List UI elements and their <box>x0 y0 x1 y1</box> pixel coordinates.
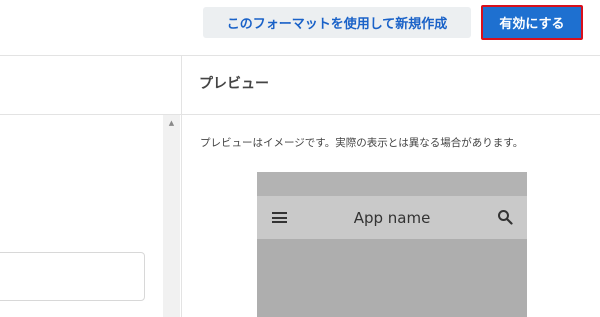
editor-pane: ▲ <box>0 56 182 317</box>
top-toolbar: このフォーマットを使用して新規作成 有効にする <box>0 0 600 56</box>
phone-mockup: App name <box>257 172 527 317</box>
preview-title: プレビュー <box>199 76 269 92</box>
search-icon <box>498 210 513 225</box>
scroll-up-icon[interactable]: ▲ <box>163 115 180 131</box>
app-bar: App name <box>257 196 527 239</box>
app-name-title: App name <box>353 209 431 227</box>
enable-button[interactable]: 有効にする <box>481 5 583 40</box>
editor-scrollbar[interactable]: ▲ <box>163 115 180 317</box>
preview-header-divider <box>182 114 600 115</box>
preview-pane: プレビュー プレビューはイメージです。実際の表示とは異なる場合があります。 Ap… <box>182 56 600 317</box>
preview-description: プレビューはイメージです。実際の表示とは異なる場合があります。 <box>200 137 524 149</box>
text-input-field[interactable] <box>0 252 145 301</box>
editor-pane-header <box>0 56 181 115</box>
phone-status-bar <box>257 172 527 196</box>
create-from-format-button[interactable]: このフォーマットを使用して新規作成 <box>203 7 471 38</box>
